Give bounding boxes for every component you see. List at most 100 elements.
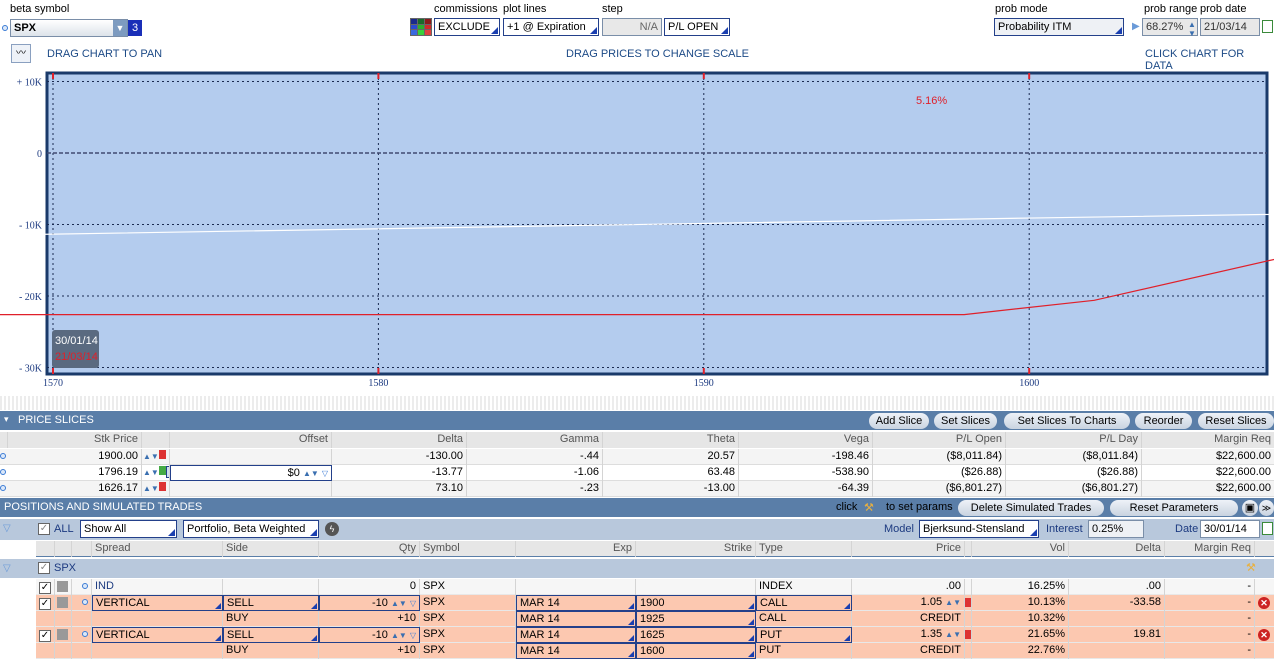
delete-simulated-trades-button[interactable]: Delete Simulated Trades <box>958 500 1104 516</box>
slice-row[interactable]: 1900.00 ▲▼ -130.00 -.44 20.57 -198.46 ($… <box>0 449 1274 465</box>
spinner-icon[interactable]: ▲▼ <box>143 468 159 477</box>
position-spread[interactable]: VERTICAL <box>92 627 223 643</box>
col-offset[interactable]: Offset <box>170 432 332 448</box>
prob-mode-select[interactable]: Probability ITM <box>994 18 1124 36</box>
date-input[interactable]: 30/01/14 <box>1200 520 1260 538</box>
position-spread[interactable]: VERTICAL <box>92 595 223 611</box>
camera-icon[interactable]: ▣ <box>1242 500 1258 516</box>
chart-style-icon[interactable]: 〰 <box>11 44 31 63</box>
price-lock-icon[interactable] <box>965 630 971 639</box>
position-toggle[interactable] <box>57 597 68 608</box>
col-price[interactable]: Price <box>852 541 965 557</box>
position-qty[interactable]: -10 ▲▼ ▽ <box>319 627 420 643</box>
plot-lines-select[interactable]: +1 @ Expiration <box>503 18 599 36</box>
show-filter-select[interactable]: Show All <box>80 520 177 538</box>
col-pl-day[interactable]: P/L Day <box>1006 432 1142 448</box>
position-row[interactable]: BUY +10 SPX MAR 14 1600 PUT CREDIT 22.76… <box>0 643 1274 659</box>
slice-stk-price[interactable]: 1900.00 <box>8 449 142 465</box>
all-checkbox[interactable]: ✓ <box>38 523 50 535</box>
col-theta[interactable]: Theta <box>603 432 739 448</box>
slice-row[interactable]: 1626.17 ▲▼ 73.10 -.23 -13.00 -64.39 ($6,… <box>0 481 1274 497</box>
col-margin[interactable]: Margin Req <box>1165 541 1255 557</box>
col-margin-req[interactable]: Margin Req <box>1142 432 1274 448</box>
slice-stk-price[interactable]: 1626.17 <box>8 481 142 497</box>
collapse-icon[interactable]: ▾ <box>4 414 9 425</box>
position-strike[interactable]: 1625 <box>636 627 756 643</box>
col-type[interactable]: Type <box>756 541 852 557</box>
col-gamma[interactable]: Gamma <box>467 432 603 448</box>
slice-controls[interactable]: ▲▼$ <box>142 465 170 481</box>
col-side[interactable]: Side <box>223 541 319 557</box>
col-exp[interactable]: Exp <box>516 541 636 557</box>
col-stk-price[interactable]: Stk Price <box>8 432 142 448</box>
position-strike[interactable]: 1600 <box>636 643 756 659</box>
price-lock-icon[interactable] <box>965 598 971 607</box>
position-row[interactable]: BUY +10 SPX MAR 14 1925 CALL CREDIT 10.3… <box>0 611 1274 627</box>
position-type[interactable]: PUT <box>756 627 852 643</box>
position-toggle[interactable] <box>57 581 68 592</box>
position-exp[interactable]: MAR 14 <box>516 643 636 659</box>
interest-input[interactable]: 0.25% <box>1088 520 1144 538</box>
position-side[interactable]: SELL <box>223 627 319 643</box>
beta-symbol-input[interactable]: SPX <box>10 19 128 37</box>
commissions-select[interactable]: EXCLUDE <box>434 18 500 36</box>
position-row[interactable]: ✓ VERTICAL SELL -10 ▲▼ ▽ SPX MAR 14 1625… <box>0 627 1274 643</box>
set-slices-to-charts-button[interactable]: Set Slices To Charts <box>1004 413 1130 429</box>
col-spread[interactable]: Spread <box>92 541 223 557</box>
beta-symbol-dropdown-icon[interactable]: ▼ <box>113 20 127 36</box>
set-slices-button[interactable]: Set Slices <box>934 413 997 429</box>
reset-parameters-button[interactable]: Reset Parameters <box>1110 500 1238 516</box>
col-strike[interactable]: Strike <box>636 541 756 557</box>
positions-header[interactable]: POSITIONS AND SIMULATED TRADES click ⚒ t… <box>0 498 1274 517</box>
slice-controls[interactable]: ▲▼ <box>142 449 170 465</box>
prob-date-input[interactable]: 21/03/14 <box>1200 18 1260 36</box>
position-type[interactable]: CALL <box>756 595 852 611</box>
lock-icon[interactable] <box>158 466 166 475</box>
collapse-group-icon[interactable]: ▽ <box>3 563 11 574</box>
slice-stk-price[interactable]: 1796.19 <box>8 465 142 481</box>
position-price[interactable]: 1.05 ▲▼ <box>852 595 965 611</box>
position-row[interactable]: ✓ VERTICAL SELL -10 ▲▼ ▽ SPX MAR 14 1900… <box>0 595 1274 611</box>
collapse-all-icon[interactable]: ▽ <box>3 523 11 534</box>
reorder-button[interactable]: Reorder <box>1135 413 1192 429</box>
prob-range-spinner[interactable]: ▲ ▼ <box>1188 20 1196 38</box>
spinner-icon[interactable]: ▲▼ <box>143 484 159 493</box>
position-exp[interactable]: MAR 14 <box>516 611 636 627</box>
col-pl-open[interactable]: P/L Open <box>873 432 1006 448</box>
position-exp[interactable]: MAR 14 <box>516 627 636 643</box>
col-delta[interactable]: Delta <box>332 432 467 448</box>
group-checkbox[interactable]: ✓ <box>38 562 50 574</box>
step-input[interactable]: N/A <box>602 18 662 36</box>
col-qty[interactable]: Qty <box>319 541 420 557</box>
price-slices-header[interactable]: ▾ PRICE SLICES Add Slice Set Slices Set … <box>0 411 1274 430</box>
position-exp[interactable]: MAR 14 <box>516 595 636 611</box>
remove-icon[interactable]: ✕ <box>1258 629 1270 641</box>
position-side[interactable]: SELL <box>223 595 319 611</box>
lock-icon[interactable] <box>158 450 166 459</box>
col-symbol[interactable]: Symbol <box>420 541 516 557</box>
position-toggle[interactable] <box>57 629 68 640</box>
remove-icon[interactable]: ✕ <box>1258 597 1270 609</box>
group-row-spx[interactable]: ▽ ✓ SPX ⚒ <box>0 559 1274 578</box>
group-wrench-icon[interactable]: ⚒ <box>1246 561 1256 574</box>
slice-row[interactable]: 1796.19 ▲▼$ $0 ▲▼ ▽ -13.77 -1.06 63.48 -… <box>0 465 1274 481</box>
col-vol[interactable]: Vol <box>972 541 1069 557</box>
col-vega[interactable]: Vega <box>739 432 873 448</box>
risk-profile-chart[interactable]: 1570158015901600161016201630164016501660… <box>0 70 1274 395</box>
position-row[interactable]: ✓ IND 0 SPX INDEX .00 16.25% .00 - <box>0 579 1274 595</box>
position-checkbox[interactable]: ✓ <box>39 598 51 610</box>
position-checkbox[interactable]: ✓ <box>39 582 51 594</box>
color-grid-icon[interactable] <box>410 18 432 36</box>
col-delta[interactable]: Delta <box>1069 541 1165 557</box>
splitter[interactable] <box>0 396 1274 410</box>
portfolio-select[interactable]: Portfolio, Beta Weighted <box>183 520 319 538</box>
reset-slices-button[interactable]: Reset Slices <box>1198 413 1274 429</box>
offset-input[interactable]: $0 ▲▼ ▽ <box>170 465 332 481</box>
expand-icon[interactable]: ≫ <box>1259 500 1274 516</box>
position-price[interactable]: 1.35 ▲▼ <box>852 627 965 643</box>
position-qty[interactable]: -10 ▲▼ ▽ <box>319 595 420 611</box>
spinner-icon[interactable]: ▲▼ <box>143 452 159 461</box>
position-strike[interactable]: 1900 <box>636 595 756 611</box>
model-select[interactable]: Bjerksund-Stensland <box>919 520 1039 538</box>
position-checkbox[interactable]: ✓ <box>39 630 51 642</box>
